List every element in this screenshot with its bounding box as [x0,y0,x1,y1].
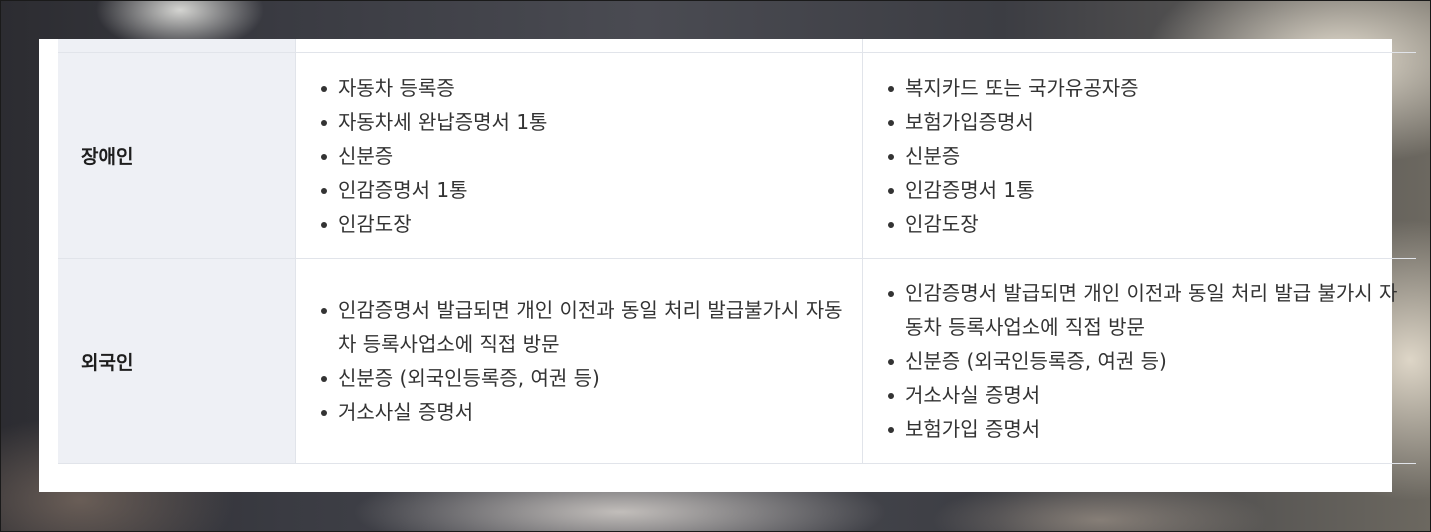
list-item: 보험가입증명서 [888,105,1416,139]
list-item: 자동차세 완납증명서 1통 [321,105,862,139]
document-list: 인감증명서 발급되면 개인 이전과 동일 처리 발급 불가시 자동차 등록사업소… [863,276,1416,446]
document-list: 자동차 등록증 자동차세 완납증명서 1통 신분증 인감증명서 1통 인감도장 [296,71,862,241]
documents-cell-empty [862,39,1416,53]
list-item: 인감도장 [888,207,1416,241]
list-item: 거소사실 증명서 [888,378,1416,412]
list-item: 자동차 등록증 [321,71,862,105]
list-item: 거소사실 증명서 [321,395,862,429]
documents-cell-col1: 인감증명서 발급되면 개인 이전과 동일 처리 발급불가시 자동차 등록사업소에… [295,258,863,464]
content-card: 장애인 자동차 등록증 자동차세 완납증명서 1통 신분증 인감증명서 1통 인… [39,39,1416,492]
documents-cell-col2: 인감증명서 발급되면 개인 이전과 동일 처리 발급 불가시 자동차 등록사업소… [862,258,1416,464]
list-item: 보험가입 증명서 [888,412,1416,446]
list-item: 인감증명서 1통 [888,173,1416,207]
table-row-disabled: 장애인 자동차 등록증 자동차세 완납증명서 1통 신분증 인감증명서 1통 인… [58,52,1416,259]
list-item: 인감증명서 발급되면 개인 이전과 동일 처리 발급 불가시 자동차 등록사업소… [888,276,1416,344]
table-row-partial [58,39,1416,53]
list-item: 인감증명서 발급되면 개인 이전과 동일 처리 발급불가시 자동차 등록사업소에… [321,293,862,361]
document-list: 복지카드 또는 국가유공자증 보험가입증명서 신분증 인감증명서 1통 인감도장 [863,71,1416,241]
list-item: 복지카드 또는 국가유공자증 [888,71,1416,105]
category-cell: 장애인 [58,52,296,259]
documents-cell-col1: 자동차 등록증 자동차세 완납증명서 1통 신분증 인감증명서 1통 인감도장 [295,52,863,259]
required-documents-table: 장애인 자동차 등록증 자동차세 완납증명서 1통 신분증 인감증명서 1통 인… [58,39,1416,464]
list-item: 인감도장 [321,207,862,241]
category-cell-empty [58,39,296,53]
category-cell: 외국인 [58,258,296,464]
list-item: 인감증명서 1통 [321,173,862,207]
table-row-foreigner: 외국인 인감증명서 발급되면 개인 이전과 동일 처리 발급불가시 자동차 등록… [58,258,1416,464]
documents-cell-empty [295,39,863,53]
documents-cell-col2: 복지카드 또는 국가유공자증 보험가입증명서 신분증 인감증명서 1통 인감도장 [862,52,1416,259]
list-item: 신분증 (외국인등록증, 여권 등) [321,361,862,395]
document-list: 인감증명서 발급되면 개인 이전과 동일 처리 발급불가시 자동차 등록사업소에… [296,293,862,429]
list-item: 신분증 (외국인등록증, 여권 등) [888,344,1416,378]
list-item: 신분증 [321,139,862,173]
list-item: 신분증 [888,139,1416,173]
